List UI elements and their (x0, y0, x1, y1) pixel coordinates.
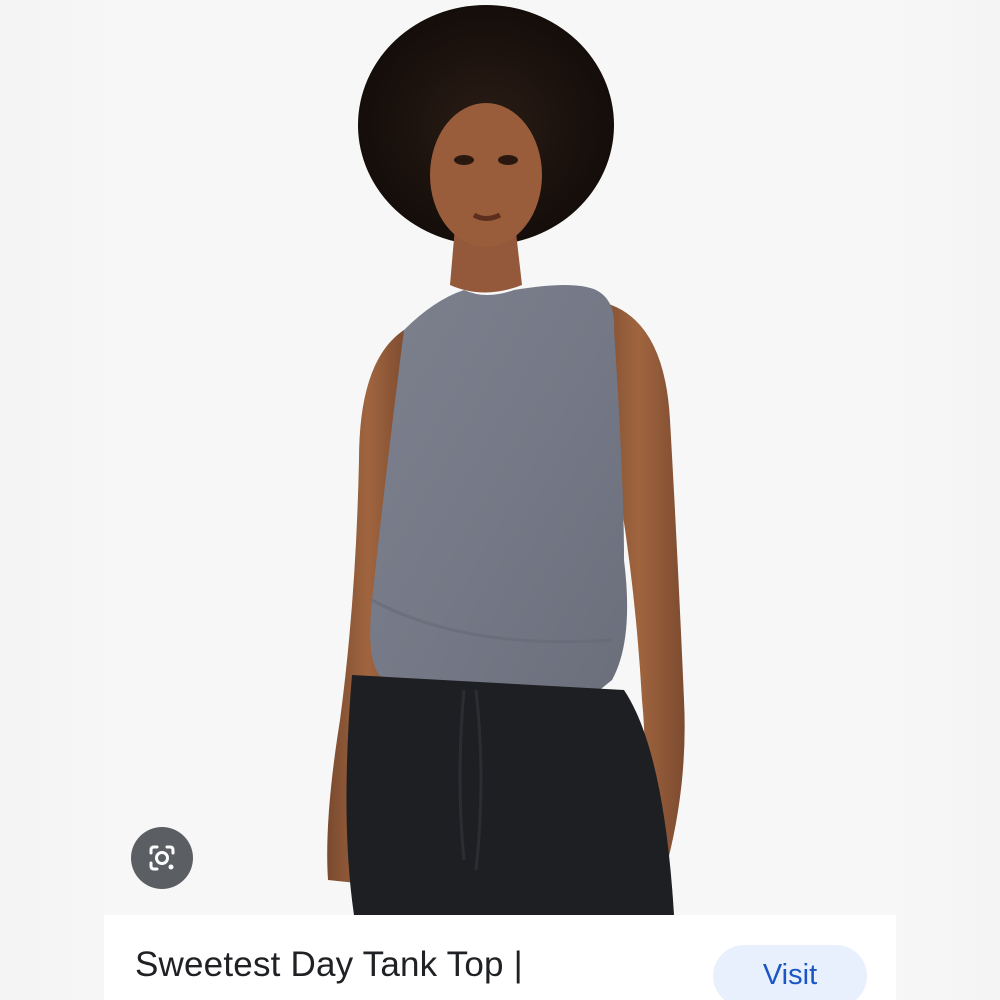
result-card[interactable]: Sweetest Day Tank Top | Visit (104, 915, 896, 1000)
left-gutter (0, 0, 104, 1000)
visit-button[interactable]: Visit (713, 945, 867, 1000)
result-title[interactable]: Sweetest Day Tank Top | (135, 945, 523, 985)
image-result-screen: Sweetest Day Tank Top | Visit (0, 0, 1000, 1000)
google-lens-icon (149, 845, 175, 871)
product-image[interactable] (104, 0, 896, 915)
lens-search-button[interactable] (131, 827, 193, 889)
product-photo-illustration (327, 5, 685, 915)
right-gutter (896, 0, 1000, 1000)
